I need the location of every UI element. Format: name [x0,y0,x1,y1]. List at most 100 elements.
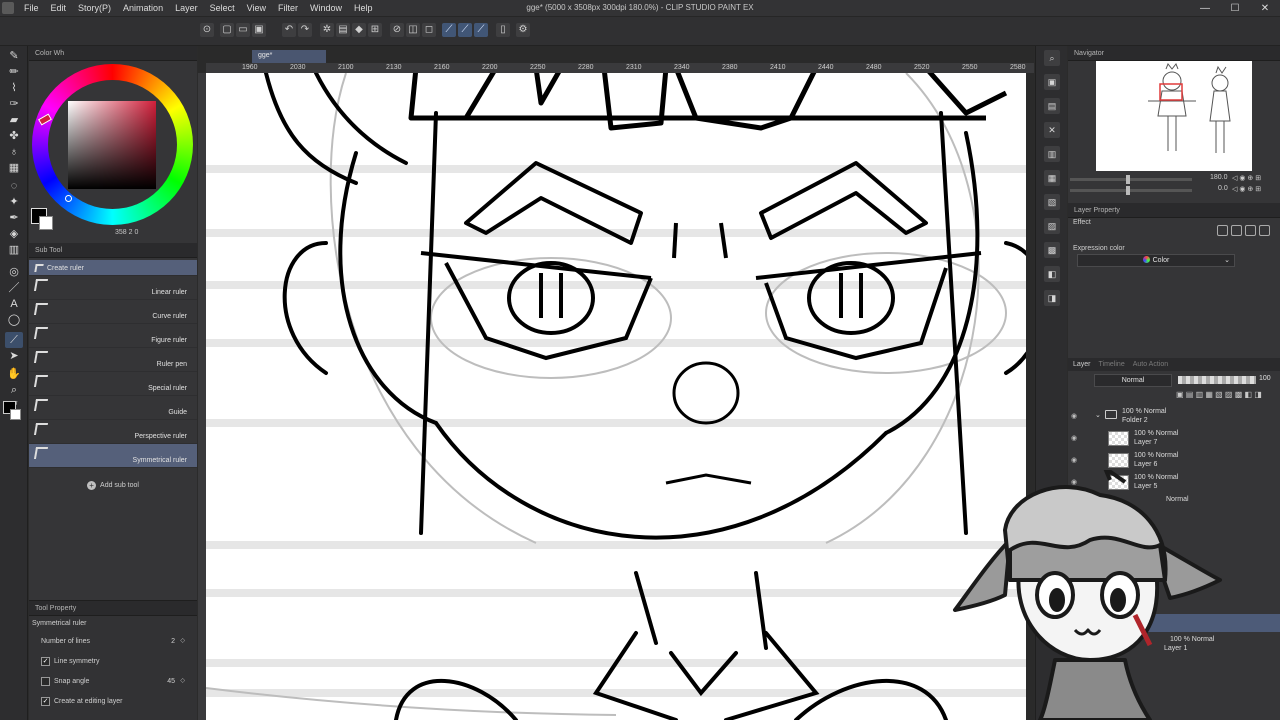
zoom-slider-knob[interactable] [1126,175,1130,184]
effect-layer-color-icon[interactable] [1259,225,1270,236]
tab-timeline[interactable]: Timeline [1099,361,1125,368]
subtool-curve-ruler[interactable]: Curve ruler [29,300,197,324]
figure-icon[interactable]: ◎ [5,264,23,280]
sv-cursor[interactable] [65,195,72,202]
loading-icon[interactable]: ✲ [320,23,334,37]
pen-icon[interactable]: ✎ [5,48,23,64]
eraser-icon[interactable]: ▰ [5,112,23,128]
minimize-button[interactable]: — [1190,0,1220,17]
number-of-lines-value[interactable]: 2 [171,638,175,645]
zoom-icon[interactable]: ⌕ [5,382,23,398]
close-button[interactable]: ✕ [1250,0,1280,17]
subtool-symmetrical-ruler[interactable]: Symmetrical ruler [29,444,197,468]
undo-icon[interactable]: ↶ [282,23,296,37]
redo-icon[interactable]: ↷ [298,23,312,37]
zoom-slider[interactable] [1070,175,1192,184]
zoom-value[interactable]: 180.0 [1210,174,1228,181]
rotate-slider-knob[interactable] [1126,186,1130,195]
eye-icon[interactable]: ◉ [1071,412,1077,420]
rotate-buttons-icon[interactable]: ◁ ◉ ⊕ ⊞ [1232,185,1261,193]
balloon-icon[interactable]: ◯ [5,312,23,328]
saturation-value-square[interactable] [68,101,156,189]
effect-watercolor-icon[interactable] [1231,225,1242,236]
search-icon[interactable]: ⌕ [1044,50,1060,66]
menu-animation[interactable]: Animation [117,3,169,13]
line-symmetry-checkbox[interactable]: ✓ [41,657,50,666]
tablet-icon[interactable]: ▯ [496,23,510,37]
rotate-slider[interactable] [1070,186,1192,195]
auto-action-icon[interactable]: ◧ [1044,266,1060,282]
animation-icon[interactable]: ◨ [1044,290,1060,306]
snap-special-ruler-icon[interactable]: ⟋ [458,23,472,37]
layer-search-icon[interactable]: ▤ [1044,98,1060,114]
menu-help[interactable]: Help [348,3,379,13]
snap-angle-value[interactable]: 45 [167,678,175,685]
subtool-create-ruler[interactable]: Create ruler [29,260,197,276]
menu-layer[interactable]: Layer [169,3,204,13]
effect-tone-icon[interactable] [1245,225,1256,236]
expression-color-select[interactable]: Color ⌄ [1077,254,1235,267]
layer-row-layer-7[interactable]: ◉ 100 % Normal Layer 7 [1068,428,1280,450]
lasso-icon[interactable]: ◌ [5,178,23,194]
navigator-tab[interactable]: Navigator [1068,46,1280,61]
new-file-icon[interactable]: ▢ [220,23,234,37]
create-at-editing-layer-checkbox[interactable]: ✓ [41,697,50,706]
subtool-special-ruler[interactable]: Special ruler [29,372,197,396]
chevron-down-icon[interactable]: ⌄ [1095,411,1101,419]
menu-filter[interactable]: Filter [272,3,304,13]
blend-mode-select[interactable]: Normal [1094,374,1172,387]
brush-icon[interactable]: ⌇ [5,80,23,96]
quick-access-icon[interactable]: ▨ [1044,218,1060,234]
item-bank-icon[interactable]: ▧ [1044,194,1060,210]
menu-edit[interactable]: Edit [45,3,73,13]
opacity-value[interactable]: 100 [1259,375,1271,382]
tab-layer[interactable]: Layer [1073,361,1091,368]
wheel-sub-color[interactable] [39,216,53,230]
eye-icon[interactable]: ◉ [1071,456,1077,464]
close-panel-icon[interactable]: ✕ [1044,122,1060,138]
sub-tool-tab[interactable]: Sub Tool [29,243,197,258]
open-file-icon[interactable]: ▭ [236,23,250,37]
subtool-linear-ruler[interactable]: Linear ruler [29,276,197,300]
tool-property-tab[interactable]: Tool Property [29,601,197,616]
hand-icon[interactable]: ✋ [5,366,23,382]
maximize-button[interactable]: ☐ [1220,0,1250,17]
selection-icon[interactable]: ◻ [422,23,436,37]
fill-tool-icon[interactable]: ▦ [5,160,23,176]
navigator-preview[interactable] [1096,61,1252,171]
subtool-guide[interactable]: Guide [29,396,197,420]
drawing-canvas[interactable] [206,73,1026,720]
eyedropper-icon[interactable]: ✒ [5,210,23,226]
spinner-icon[interactable]: ◇ [180,677,185,684]
color-wheel-tab[interactable]: Color Wh [29,46,197,61]
menu-select[interactable]: Select [204,3,241,13]
ruler-tool-icon[interactable]: ⟋ [5,332,23,348]
settings-icon[interactable]: ⚙ [516,23,530,37]
operation-icon[interactable]: ➤ [5,348,23,364]
bucket-icon[interactable]: ◈ [5,226,23,242]
transform-icon[interactable]: ⊞ [368,23,382,37]
fill-icon[interactable]: ◆ [352,23,366,37]
history-icon[interactable]: ▥ [1044,146,1060,162]
sub-color-swatch[interactable] [10,409,21,420]
subtool-perspective-ruler[interactable]: Perspective ruler [29,420,197,444]
frame-icon[interactable]: ／ [5,280,23,296]
spinner-icon[interactable]: ◇ [180,637,185,644]
magic-wand-icon[interactable]: ✦ [5,194,23,210]
invert-selection-icon[interactable]: ◫ [406,23,420,37]
eye-icon[interactable]: ◉ [1071,434,1077,442]
decoration-icon[interactable]: ✤ [5,128,23,144]
subtool-figure-ruler[interactable]: Figure ruler [29,324,197,348]
layer-row-folder-2[interactable]: ◉ ⌄ 100 % Normal Folder 2 [1068,406,1280,428]
opacity-slider[interactable] [1178,376,1256,384]
snap-ruler-icon[interactable]: ⟋ [442,23,456,37]
airbrush-icon[interactable]: ✑ [5,96,23,112]
text-icon[interactable]: A [5,296,23,312]
layer-toolbar-icons[interactable]: ▣ ▤ ▥ ▦ ▧ ▨ ▩ ◧ ◨ [1176,390,1262,399]
document-tab[interactable]: gge* [252,50,326,63]
menu-window[interactable]: Window [304,3,348,13]
snap-grid-icon[interactable]: ⟋ [474,23,488,37]
tab-auto-action[interactable]: Auto Action [1133,361,1168,368]
info-icon[interactable]: ▦ [1044,170,1060,186]
menu-story[interactable]: Story(P) [72,3,117,13]
